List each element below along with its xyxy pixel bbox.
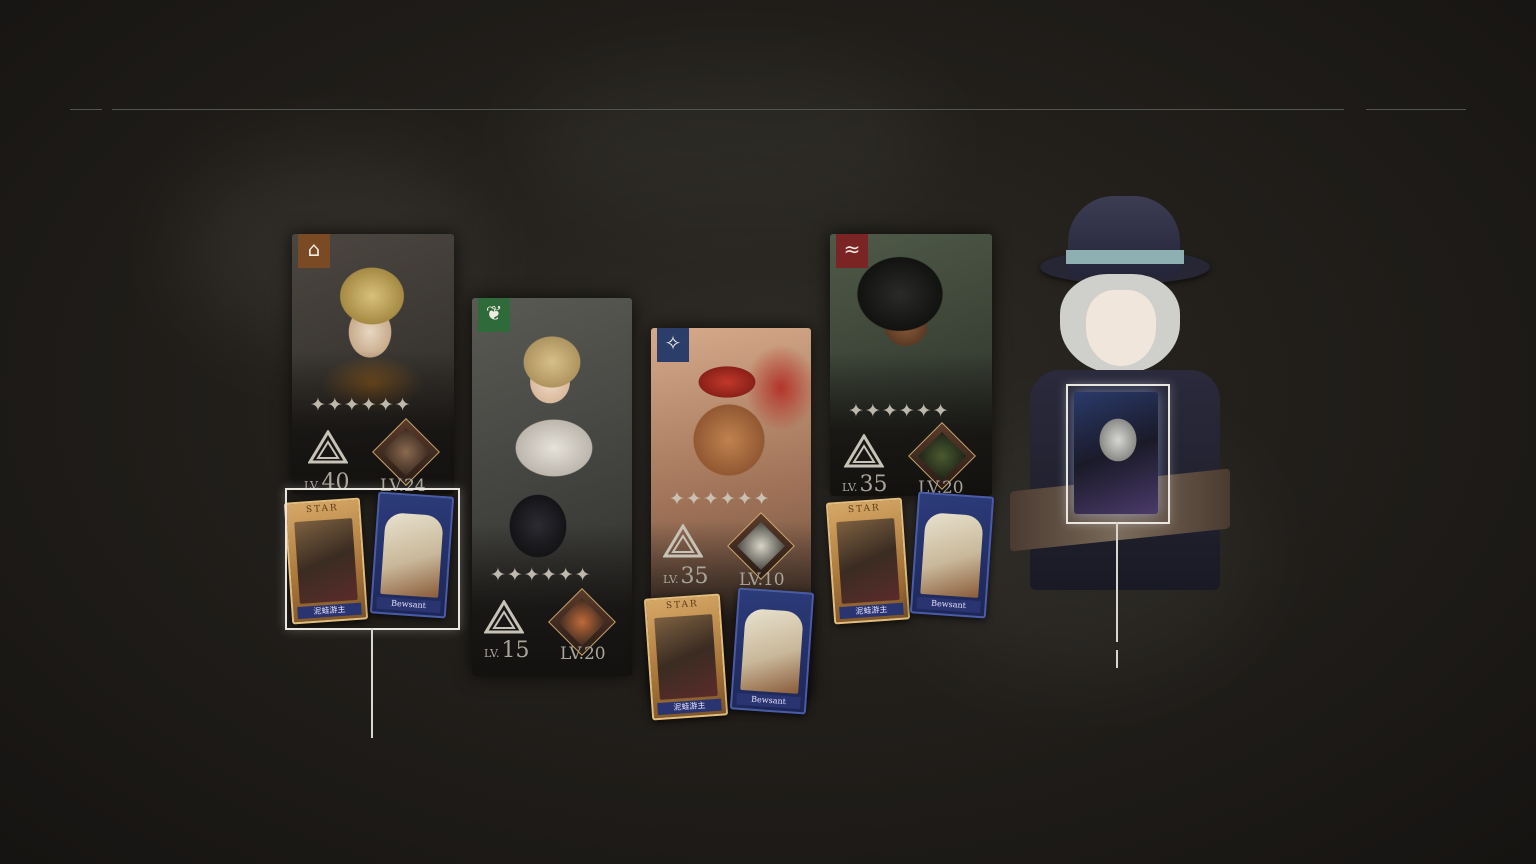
blue-star-icon: ✧ xyxy=(657,328,689,362)
face xyxy=(1086,290,1156,366)
character-card-1[interactable]: ⌂ ✦ ✦ ✦ ✦ ✦ ✦ LV. 40 LV.24 xyxy=(292,234,454,494)
hat-ribbon xyxy=(1066,250,1184,264)
green-leaf-icon: ❦ xyxy=(478,298,510,332)
top-divider-left xyxy=(70,109,102,110)
red-wing-icon: ≈ xyxy=(836,234,868,268)
star-rating: ✦ ✦ ✦ ✦ ✦ ✦ xyxy=(490,564,591,586)
character-card-4[interactable]: ≈ ✦ ✦ ✦ ✦ ✦ ✦ LV. 35 LV.20 xyxy=(830,234,992,496)
sub-level: LV.10 xyxy=(739,570,785,590)
tutorial-highlight-box xyxy=(285,488,460,630)
level-display: LV. 35 xyxy=(663,564,709,589)
gold-building-icon: ⌂ xyxy=(298,234,330,268)
level-display: LV. 35 xyxy=(842,472,888,496)
blue-mini-card: Bewsant xyxy=(729,587,815,715)
tutorial-highlight-box-2 xyxy=(1066,384,1170,524)
bg-blur xyxy=(520,60,940,220)
top-divider-right xyxy=(1366,109,1466,110)
level-display: LV. 15 xyxy=(484,638,530,663)
rank-triangle-icon xyxy=(844,434,884,468)
star-rating: ✦ ✦ ✦ ✦ ✦ ✦ xyxy=(848,400,949,422)
tutorial-pointer-line-2 xyxy=(1116,522,1118,642)
screen: { "cards": [ {"id":"card-1","attr_icon":… xyxy=(0,0,1536,864)
character-card-2[interactable]: ❦ ✦ ✦ ✦ ✦ ✦ ✦ LV. 15 LV.20 xyxy=(472,298,632,676)
star-rating: ✦ ✦ ✦ ✦ ✦ ✦ xyxy=(669,488,770,510)
top-divider xyxy=(112,109,1344,110)
rank-triangle-icon xyxy=(484,600,524,634)
rank-triangle-icon xyxy=(663,524,703,558)
tutorial-pointer-tick xyxy=(1116,650,1118,668)
star-mini-card: STAR 泥蛙游主 xyxy=(825,497,911,625)
tutorial-pointer-line xyxy=(371,628,373,738)
star-rating: ✦ ✦ ✦ ✦ ✦ ✦ xyxy=(310,394,411,416)
rank-triangle-icon xyxy=(308,430,348,464)
star-mini-card: STAR 泥蛙游主 xyxy=(643,593,729,721)
top-hat-crown xyxy=(1068,196,1180,276)
blue-mini-card: Bewsant xyxy=(909,491,995,619)
sub-level: LV.20 xyxy=(560,644,606,664)
